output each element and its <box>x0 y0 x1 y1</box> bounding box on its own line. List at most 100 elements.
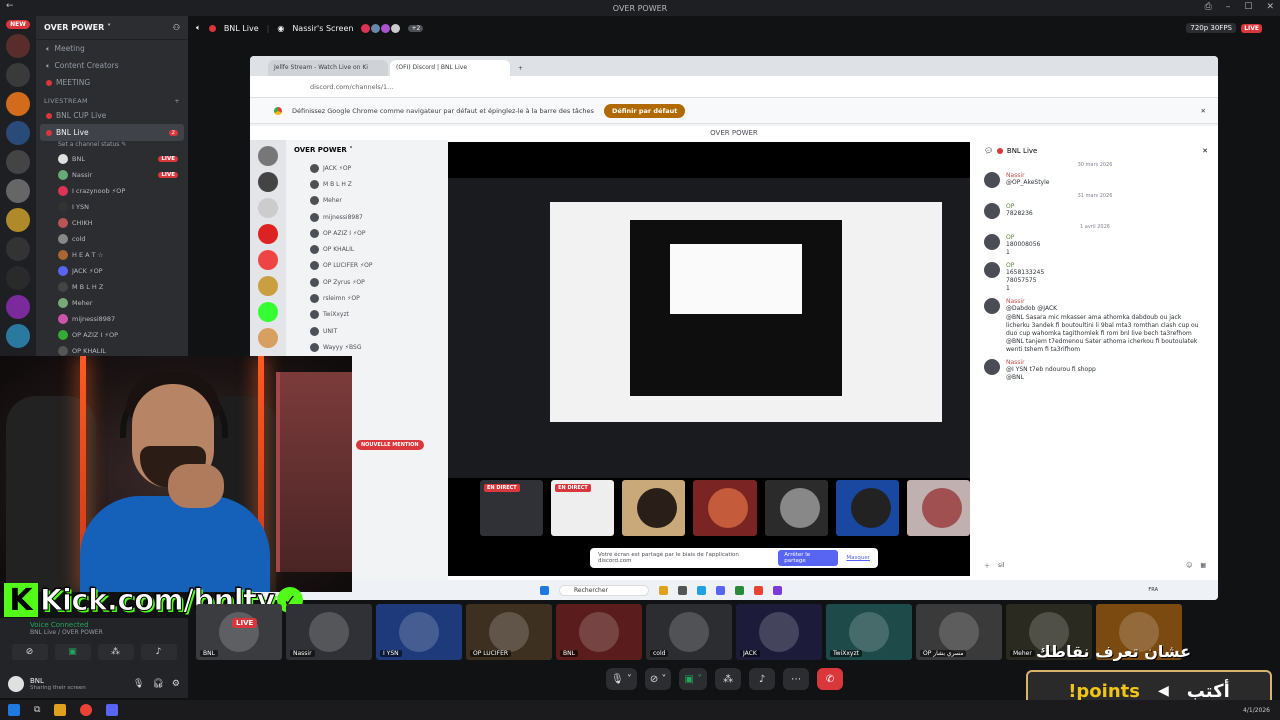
web-voice-user[interactable]: UNIT <box>286 323 448 339</box>
screen-share-icon[interactable]: ▣ <box>54 644 91 660</box>
add-channel-icon[interactable]: + <box>174 97 180 105</box>
server-icon[interactable] <box>258 328 278 348</box>
server-icon[interactable] <box>258 250 278 270</box>
avatar[interactable] <box>984 172 1000 188</box>
app-icon[interactable] <box>773 585 782 595</box>
activities-button[interactable]: ⁂ <box>715 668 742 690</box>
avatar[interactable] <box>8 676 24 692</box>
taskbar-search[interactable]: Rechercher <box>559 584 649 596</box>
category-livestream[interactable]: LIVESTREAM + <box>36 91 188 107</box>
server-icon[interactable] <box>258 276 278 296</box>
microphone-button[interactable]: 🎙︎ ˅ <box>606 668 637 690</box>
taskbar-clock[interactable]: 4/1/2026 <box>1243 707 1270 714</box>
viewer-avatars[interactable] <box>361 23 401 33</box>
web-server-name[interactable]: OVER POWER ˅ <box>286 140 448 160</box>
chat-author[interactable]: OP <box>1006 203 1033 210</box>
participant-tile[interactable]: I YSN <box>376 604 462 660</box>
server-icon[interactable] <box>258 146 278 166</box>
soundboard-icon[interactable]: ♪ <box>140 644 177 660</box>
stage-tile[interactable]: EN DIRECT <box>480 480 544 536</box>
voice-user[interactable]: CHIKH <box>36 215 188 231</box>
web-voice-user[interactable]: JACK ⚡OP <box>286 160 448 176</box>
close-button[interactable]: ✕ <box>1266 2 1274 12</box>
participant-tile[interactable]: cold <box>646 604 732 660</box>
app-icon[interactable] <box>678 585 687 595</box>
gear-icon[interactable]: ⚙ <box>172 679 180 689</box>
voice-user[interactable]: mijnessi8987 <box>36 311 188 327</box>
server-icon[interactable] <box>6 208 30 232</box>
participant-tile[interactable]: LIVE BNL <box>196 604 282 660</box>
server-icon[interactable] <box>6 150 30 174</box>
voice-user[interactable]: JACK ⚡OP <box>36 263 188 279</box>
voice-user[interactable]: Meher <box>36 295 188 311</box>
emoji-icon[interactable]: ☺ <box>1186 562 1192 569</box>
server-icon[interactable] <box>6 266 30 290</box>
web-voice-user[interactable]: OP KHALIL <box>286 241 448 257</box>
chat-author[interactable]: Nassir <box>1006 359 1096 366</box>
server-icon[interactable] <box>6 295 30 319</box>
windows-start-icon[interactable] <box>8 704 20 716</box>
stop-sharing-button[interactable]: Arrêter le partage <box>778 550 839 566</box>
discord-icon[interactable] <box>106 704 119 716</box>
apps-icon[interactable]: ▦ <box>1200 562 1206 569</box>
chat-author[interactable]: OP <box>1006 262 1044 269</box>
web-voice-user[interactable]: rsleimn ⚡OP <box>286 290 448 306</box>
avatar[interactable] <box>984 234 1000 250</box>
voice-user[interactable]: M B L H Z <box>36 279 188 295</box>
server-icon[interactable] <box>258 302 278 322</box>
participant-tile[interactable]: OP مسري بشار <box>916 604 1002 660</box>
voice-connected-label[interactable]: Voice Connected <box>0 618 188 629</box>
stage-tile[interactable] <box>835 480 899 536</box>
server-icon[interactable] <box>258 198 278 218</box>
chat-message[interactable]: Nassir @Dabdob @JACK @BNL Sasara mic mkass… <box>984 298 1206 354</box>
server-header[interactable]: OVER POWER ˅ ⚇ <box>36 16 188 40</box>
web-voice-user[interactable]: OP AZIZ I ⚡OP <box>286 225 448 241</box>
server-icon[interactable] <box>6 179 30 203</box>
web-voice-user[interactable]: mijnessi8987 <box>286 209 448 225</box>
channel-bnl-cup-live[interactable]: BNL CUP Live <box>36 107 188 124</box>
inbox-icon[interactable]: ⎙ <box>1205 2 1212 12</box>
web-voice-user[interactable]: Meher <box>286 193 448 209</box>
web-voice-user[interactable]: OP Zyrus ⚡OP <box>286 274 448 290</box>
stage-tile[interactable]: EN DIRECT <box>551 480 615 536</box>
chat-message[interactable]: Nassir @OP_AkeStyle <box>984 172 1206 188</box>
voice-channel-content-creators[interactable]: 🔈︎ Content Creators <box>36 57 188 74</box>
maximize-button[interactable]: ☐ <box>1244 2 1252 12</box>
chat-author[interactable]: Nassir <box>1006 298 1206 305</box>
soundboard-button[interactable]: ♪ <box>749 668 776 690</box>
stage-tile[interactable] <box>693 480 757 536</box>
participant-tile[interactable]: JACK <box>736 604 822 660</box>
microphone-icon[interactable]: 🎙︎ <box>133 679 144 689</box>
set-default-button[interactable]: Définir par défaut <box>603 103 686 118</box>
app-icon[interactable] <box>659 585 668 595</box>
chat-message[interactable]: OP 1658133245 78057575 1 <box>984 262 1206 293</box>
chrome-icon[interactable] <box>80 704 93 716</box>
back-arrow-icon[interactable]: ← <box>6 1 14 11</box>
participant-tile[interactable]: TwiXxyzt <box>826 604 912 660</box>
more-options-button[interactable]: ⋯ <box>783 668 810 690</box>
chat-message[interactable]: OP 180008056 1 <box>984 234 1206 257</box>
chat-message[interactable]: Nassir @I YSN t7eb ndourou fi shopp @BNL <box>984 359 1206 382</box>
voice-channel-meeting-2[interactable]: MEETING <box>36 74 188 91</box>
voice-user[interactable]: I YSN <box>36 199 188 215</box>
server-icon[interactable] <box>258 224 278 244</box>
stage-tile[interactable] <box>906 480 970 536</box>
server-icon[interactable] <box>6 324 30 348</box>
new-mention-badge[interactable]: NOUVELLE MENTION <box>356 440 424 450</box>
server-icon[interactable] <box>258 172 278 192</box>
avatar[interactable] <box>984 262 1000 279</box>
participant-tile[interactable]: OP LUCIFER <box>466 604 552 660</box>
voice-user[interactable]: I crazynoob ⚡OP <box>36 183 188 199</box>
voice-user[interactable]: cold <box>36 231 188 247</box>
participant-tile[interactable]: BNL <box>556 604 642 660</box>
channel-status-hint[interactable]: Set a channel status ✎ <box>36 141 188 151</box>
taskview-icon[interactable]: ⧉ <box>34 705 40 715</box>
chat-author[interactable]: Nassir <box>1006 172 1049 179</box>
server-icon[interactable] <box>6 92 30 116</box>
camera-button[interactable]: ⊘ ˅ <box>644 668 672 690</box>
new-tab-icon[interactable]: + <box>512 65 529 76</box>
activities-icon[interactable]: ⁂ <box>97 644 134 660</box>
voice-user[interactable]: H E A T ☆ <box>36 247 188 263</box>
web-voice-user[interactable]: OP LUCIFER ⚡OP <box>286 258 448 274</box>
add-member-icon[interactable]: ⚇ <box>173 23 180 32</box>
